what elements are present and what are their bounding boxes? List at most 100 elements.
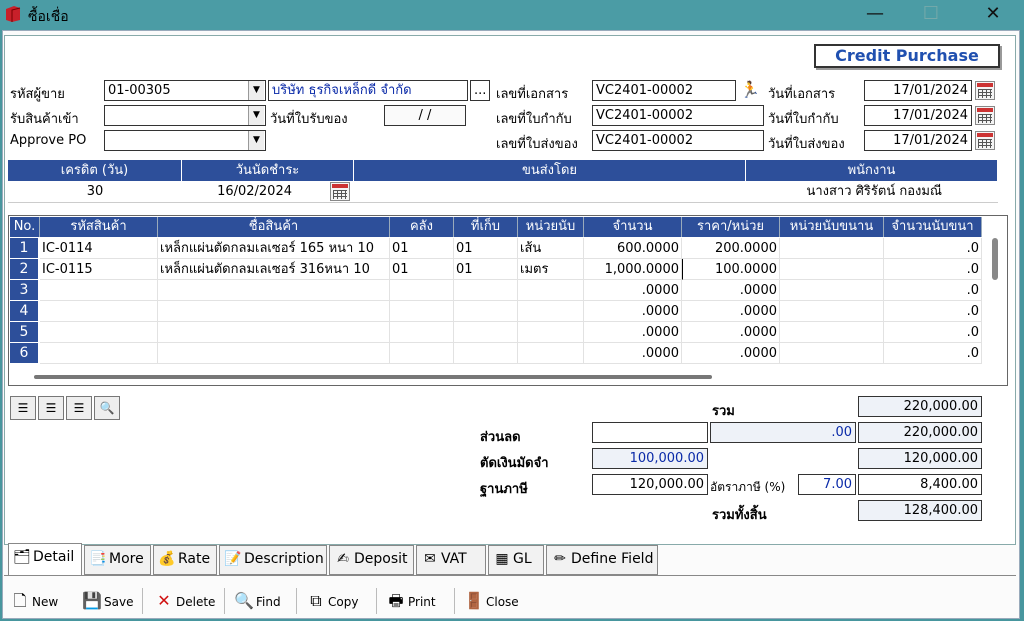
row-number[interactable]: 2 <box>10 259 38 280</box>
search-item-icon[interactable]: 🔍 <box>94 396 120 420</box>
cell-item-name[interactable]: เหล็กแผ่นตัดกลมเลเซอร์ 165 หนา 10 <box>158 238 390 259</box>
col-item-name-header[interactable]: ชื่อสินค้า <box>158 217 390 237</box>
cell-item-name[interactable]: เหล็กแผ่นตัดกลมเลเซอร์ 316หนา 10 <box>158 259 390 280</box>
col-item-code-header[interactable]: รหัสสินค้า <box>40 217 158 237</box>
cell-parallel-unit[interactable] <box>780 343 884 364</box>
cell-quantity[interactable]: 600.0000 <box>584 238 682 259</box>
cell-unit[interactable] <box>518 301 584 322</box>
cell-item-code[interactable] <box>40 280 158 301</box>
discount-input[interactable] <box>592 422 708 443</box>
cell-quantity[interactable]: 1,000.0000 <box>584 259 682 280</box>
tax-invoice-date-field[interactable]: 17/01/2024 <box>864 105 972 126</box>
cell-parallel-unit[interactable] <box>780 259 884 280</box>
employee-value[interactable]: นางสาว ศิริรัตน์ กองมณี <box>746 181 942 202</box>
tax-base-field[interactable]: 120,000.00 <box>592 474 708 495</box>
delivery-date-field[interactable]: 17/01/2024 <box>864 130 972 151</box>
cell-unit[interactable] <box>518 280 584 301</box>
col-unit-header[interactable]: หน่วยนับ <box>518 217 584 237</box>
vertical-scrollbar-thumb[interactable] <box>992 238 998 280</box>
cell-item-name[interactable] <box>158 343 390 364</box>
cell-parallel-unit[interactable] <box>780 322 884 343</box>
vendor-code-select[interactable]: 01-00305 <box>104 80 266 101</box>
cell-unit-price[interactable]: .0000 <box>682 280 780 301</box>
cell-unit[interactable]: เส้น <box>518 238 584 259</box>
cell-parallel-unit[interactable] <box>780 280 884 301</box>
calendar-icon[interactable] <box>330 182 350 201</box>
cell-unit-price[interactable]: .0000 <box>682 322 780 343</box>
cell-warehouse[interactable] <box>390 322 454 343</box>
cell-location[interactable] <box>454 343 518 364</box>
receive-select[interactable] <box>104 105 266 126</box>
copy-button[interactable]: ⧉ Copy <box>306 588 358 614</box>
close-button[interactable]: 🚪 Close <box>464 588 519 614</box>
cell-unit-price[interactable]: 100.0000 <box>682 259 780 280</box>
chevron-down-icon[interactable]: ▼ <box>248 131 264 150</box>
row-number[interactable]: 4 <box>10 301 38 322</box>
cell-item-code[interactable]: IC-0115 <box>40 259 158 280</box>
col-unit-price-header[interactable]: ราคา/หน่วย <box>682 217 780 237</box>
cell-quantity[interactable]: .0000 <box>584 343 682 364</box>
cell-parallel-qty[interactable]: .0 <box>884 343 982 364</box>
delete-button[interactable]: ✕ Delete <box>154 588 215 614</box>
vendor-browse-button[interactable]: ... <box>470 80 490 101</box>
save-button[interactable]: 💾 Save <box>82 588 133 614</box>
minimize-button[interactable]: — <box>852 0 898 30</box>
col-parallel-unit-header[interactable]: หน่วยนับขนาน <box>780 217 884 237</box>
tab-vat[interactable]: ✉ VAT <box>416 545 486 575</box>
remove-row-icon[interactable]: ☰ <box>66 396 92 420</box>
cell-item-name[interactable] <box>158 301 390 322</box>
cell-item-code[interactable] <box>40 322 158 343</box>
add-row-icon[interactable]: ☰ <box>38 396 64 420</box>
cell-unit[interactable] <box>518 322 584 343</box>
col-location-header[interactable]: ที่เก็บ <box>454 217 518 237</box>
cell-parallel-unit[interactable] <box>780 301 884 322</box>
cell-item-code[interactable] <box>40 343 158 364</box>
vat-rate-field[interactable]: 7.00 <box>798 474 856 495</box>
cell-parallel-qty[interactable]: .0 <box>884 322 982 343</box>
row-number[interactable]: 1 <box>10 238 38 259</box>
approve-po-select[interactable] <box>104 130 266 151</box>
cell-parallel-qty[interactable]: .0 <box>884 259 982 280</box>
chevron-down-icon[interactable]: ▼ <box>248 81 264 100</box>
calendar-icon[interactable] <box>975 81 995 100</box>
cell-parallel-qty[interactable]: .0 <box>884 301 982 322</box>
cell-location[interactable] <box>454 301 518 322</box>
cell-unit[interactable] <box>518 343 584 364</box>
doc-no-field[interactable]: VC2401-00002 <box>592 80 736 101</box>
tab-gl[interactable]: ▦ GL <box>488 545 544 575</box>
maximize-button[interactable]: ☐ <box>908 0 954 30</box>
row-number[interactable]: 6 <box>10 343 38 364</box>
tab-more[interactable]: 📑 More <box>84 545 151 575</box>
chevron-down-icon[interactable]: ▼ <box>248 106 264 125</box>
cell-quantity[interactable]: .0000 <box>584 322 682 343</box>
cell-unit[interactable]: เมตร <box>518 259 584 280</box>
row-number[interactable]: 3 <box>10 280 38 301</box>
tab-description[interactable]: 📝 Description <box>219 545 327 575</box>
cell-warehouse[interactable]: 01 <box>390 259 454 280</box>
find-button[interactable]: 🔍 Find <box>234 588 281 614</box>
receipt-date-field[interactable]: / / <box>384 105 466 126</box>
cell-unit-price[interactable]: .0000 <box>682 301 780 322</box>
cell-parallel-qty[interactable]: .0 <box>884 238 982 259</box>
tab-define-field[interactable]: ✏ Define Field <box>546 545 658 575</box>
calendar-icon[interactable] <box>975 106 995 125</box>
cell-unit-price[interactable]: .0000 <box>682 343 780 364</box>
print-button[interactable]: 🖶 Print <box>386 588 435 614</box>
tax-invoice-field[interactable]: VC2401-00002 <box>592 105 764 126</box>
cell-location[interactable]: 01 <box>454 259 518 280</box>
col-warehouse-header[interactable]: คลัง <box>390 217 454 237</box>
new-button[interactable]: 🗋 New <box>10 588 59 614</box>
due-date-value[interactable]: 16/02/2024 <box>182 181 322 202</box>
cell-parallel-qty[interactable]: .0 <box>884 280 982 301</box>
tab-rate[interactable]: 💰 Rate <box>153 545 217 575</box>
cell-item-code[interactable]: IC-0114 <box>40 238 158 259</box>
cell-location[interactable]: 01 <box>454 238 518 259</box>
cell-quantity[interactable]: .0000 <box>584 280 682 301</box>
credit-days-value[interactable]: 30 <box>8 181 182 202</box>
cell-warehouse[interactable] <box>390 280 454 301</box>
col-parallel-qty-header[interactable]: จำนวนนับขนา <box>884 217 982 237</box>
shipping-value[interactable] <box>354 181 746 202</box>
cell-location[interactable] <box>454 322 518 343</box>
insert-row-icon[interactable]: ☰ <box>10 396 36 420</box>
running-man-icon[interactable]: 🏃 <box>740 80 762 101</box>
